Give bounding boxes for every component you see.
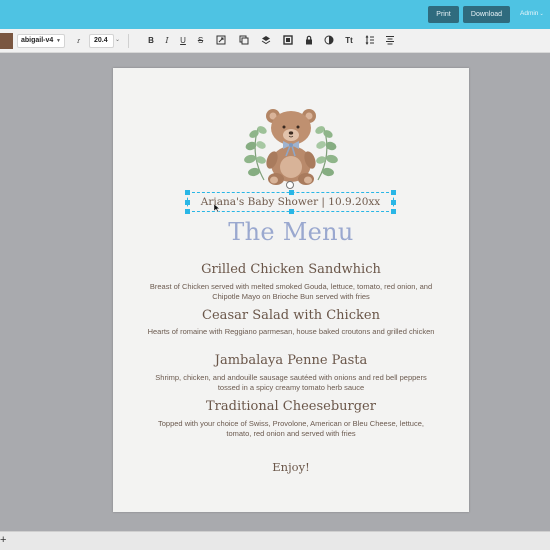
bottom-bar: +	[0, 531, 550, 550]
download-button[interactable]: Download	[463, 6, 510, 23]
resize-handle-bottom-left[interactable]	[185, 209, 190, 214]
menu-title[interactable]: The Menu	[113, 218, 469, 246]
strikethrough-icon[interactable]: S	[195, 35, 206, 47]
toolbar-divider	[128, 34, 129, 48]
user-menu[interactable]: Admin⌄	[520, 10, 544, 17]
underline-icon[interactable]: U	[178, 35, 188, 47]
menu-item-description[interactable]: Shrimp, chicken, and andouille sausage s…	[147, 373, 435, 392]
menu-item-title[interactable]: Jambalaya Penne Pasta	[113, 353, 469, 368]
bold-icon[interactable]: B	[146, 35, 156, 47]
menu-item-title[interactable]: Grilled Chicken Sandwhich	[113, 262, 469, 277]
chevron-down-icon: ⌄	[539, 11, 544, 17]
color-swatch[interactable]	[0, 33, 13, 49]
resize-handle-bottom[interactable]	[289, 209, 294, 214]
font-size-chevron-icon[interactable]: ⌄	[115, 36, 120, 43]
resize-handle-top-right[interactable]	[391, 190, 396, 195]
closing-text[interactable]: Enjoy!	[113, 460, 469, 474]
resize-handle-top[interactable]	[289, 190, 294, 195]
font-family-value: abigail-v4	[21, 37, 54, 44]
menu-item-description[interactable]: Hearts of romaine with Reggiano parmesan…	[147, 327, 435, 337]
resize-icon[interactable]	[215, 35, 227, 47]
text-case-icon[interactable]: Tt	[343, 35, 355, 47]
font-family-select[interactable]: abigail-v4 ▼	[17, 34, 65, 48]
opacity-icon[interactable]	[323, 35, 335, 47]
resize-handle-bottom-right[interactable]	[391, 209, 396, 214]
user-menu-label: Admin	[520, 10, 539, 17]
resize-handle-top-left[interactable]	[185, 190, 190, 195]
mouse-cursor-icon	[214, 204, 220, 212]
align-icon[interactable]	[384, 35, 396, 47]
layers-icon[interactable]	[260, 35, 272, 47]
italic-icon[interactable]: I	[162, 35, 172, 47]
chevron-down-icon: ▼	[56, 38, 61, 44]
font-size-input[interactable]: 20.4	[89, 34, 114, 48]
copy-icon[interactable]	[238, 35, 250, 47]
menu-item-title[interactable]: Ceasar Salad with Chicken	[113, 308, 469, 323]
top-bar: Print Download Admin⌄	[0, 0, 550, 29]
teddy-bear-illustration[interactable]	[236, 100, 346, 188]
menu-item-description[interactable]: Topped with your choice of Swiss, Provol…	[147, 419, 435, 438]
frame-icon[interactable]	[282, 35, 294, 47]
text-style-icon[interactable]: 𝔯	[72, 35, 84, 47]
menu-item-description[interactable]: Breast of Chicken served with melted smo…	[147, 282, 435, 301]
print-button[interactable]: Print	[428, 6, 459, 23]
line-spacing-icon[interactable]	[364, 35, 376, 47]
add-page-button[interactable]: +	[0, 534, 6, 546]
menu-page[interactable]: Ariana's Baby Shower | 10.9.20xx The Men…	[113, 68, 469, 512]
text-toolbar: abigail-v4 ▼ 𝔯 20.4 ⌄ B I U S Tt	[0, 29, 550, 53]
lock-icon[interactable]	[303, 35, 315, 47]
menu-item-title[interactable]: Traditional Cheeseburger	[113, 399, 469, 414]
rotate-handle-icon[interactable]	[286, 181, 294, 189]
